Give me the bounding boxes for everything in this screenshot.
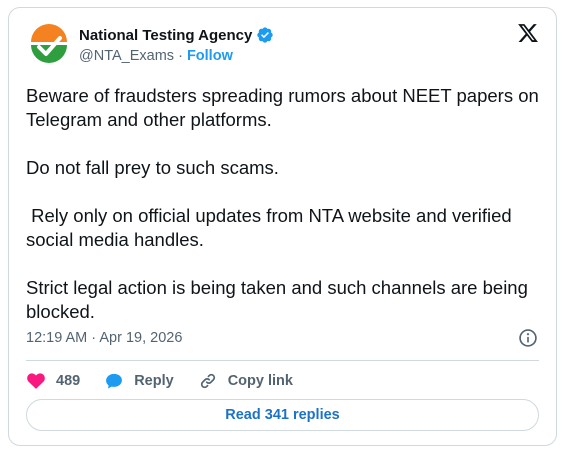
follow-button[interactable]: Follow xyxy=(187,48,233,64)
copy-link-label: Copy link xyxy=(227,373,293,389)
like-count: 489 xyxy=(56,373,81,389)
tweet-paragraph: Do not fall prey to such scams. xyxy=(26,157,279,178)
like-button[interactable]: 489 xyxy=(26,371,80,391)
divider xyxy=(26,360,539,361)
verified-badge-icon xyxy=(257,27,274,43)
avatar[interactable] xyxy=(27,23,71,67)
reply-button[interactable]: Reply xyxy=(104,371,174,391)
author-info: National Testing Agency @NTA_Exams · Fol… xyxy=(79,25,274,64)
copy-link-button[interactable]: Copy link xyxy=(198,371,293,391)
reply-bubble-icon xyxy=(106,373,123,389)
tweet-text: Beware of fraudsters spreading rumors ab… xyxy=(26,84,546,324)
info-icon[interactable] xyxy=(518,328,538,348)
timestamp[interactable]: 12:19 AM · Apr 19, 2026 xyxy=(26,330,182,346)
display-name[interactable]: National Testing Agency xyxy=(79,27,252,44)
read-replies-button[interactable]: Read 341 replies xyxy=(26,399,539,431)
tweet-paragraph: Beware of fraudsters spreading rumors ab… xyxy=(26,85,544,130)
reply-label: Reply xyxy=(134,373,174,389)
link-icon xyxy=(200,373,215,389)
separator: · xyxy=(178,48,183,64)
tweet-card: National Testing Agency @NTA_Exams · Fol… xyxy=(8,7,557,446)
tweet-paragraph: Strict legal action is being taken and s… xyxy=(26,277,534,322)
x-logo-icon[interactable] xyxy=(517,22,539,44)
action-bar: 489 Reply Copy link xyxy=(26,370,317,392)
nta-logo-icon xyxy=(27,23,71,67)
heart-icon xyxy=(27,373,45,389)
tweet-paragraph: Rely only on official updates from NTA w… xyxy=(26,205,517,250)
handle[interactable]: @NTA_Exams xyxy=(79,48,174,64)
